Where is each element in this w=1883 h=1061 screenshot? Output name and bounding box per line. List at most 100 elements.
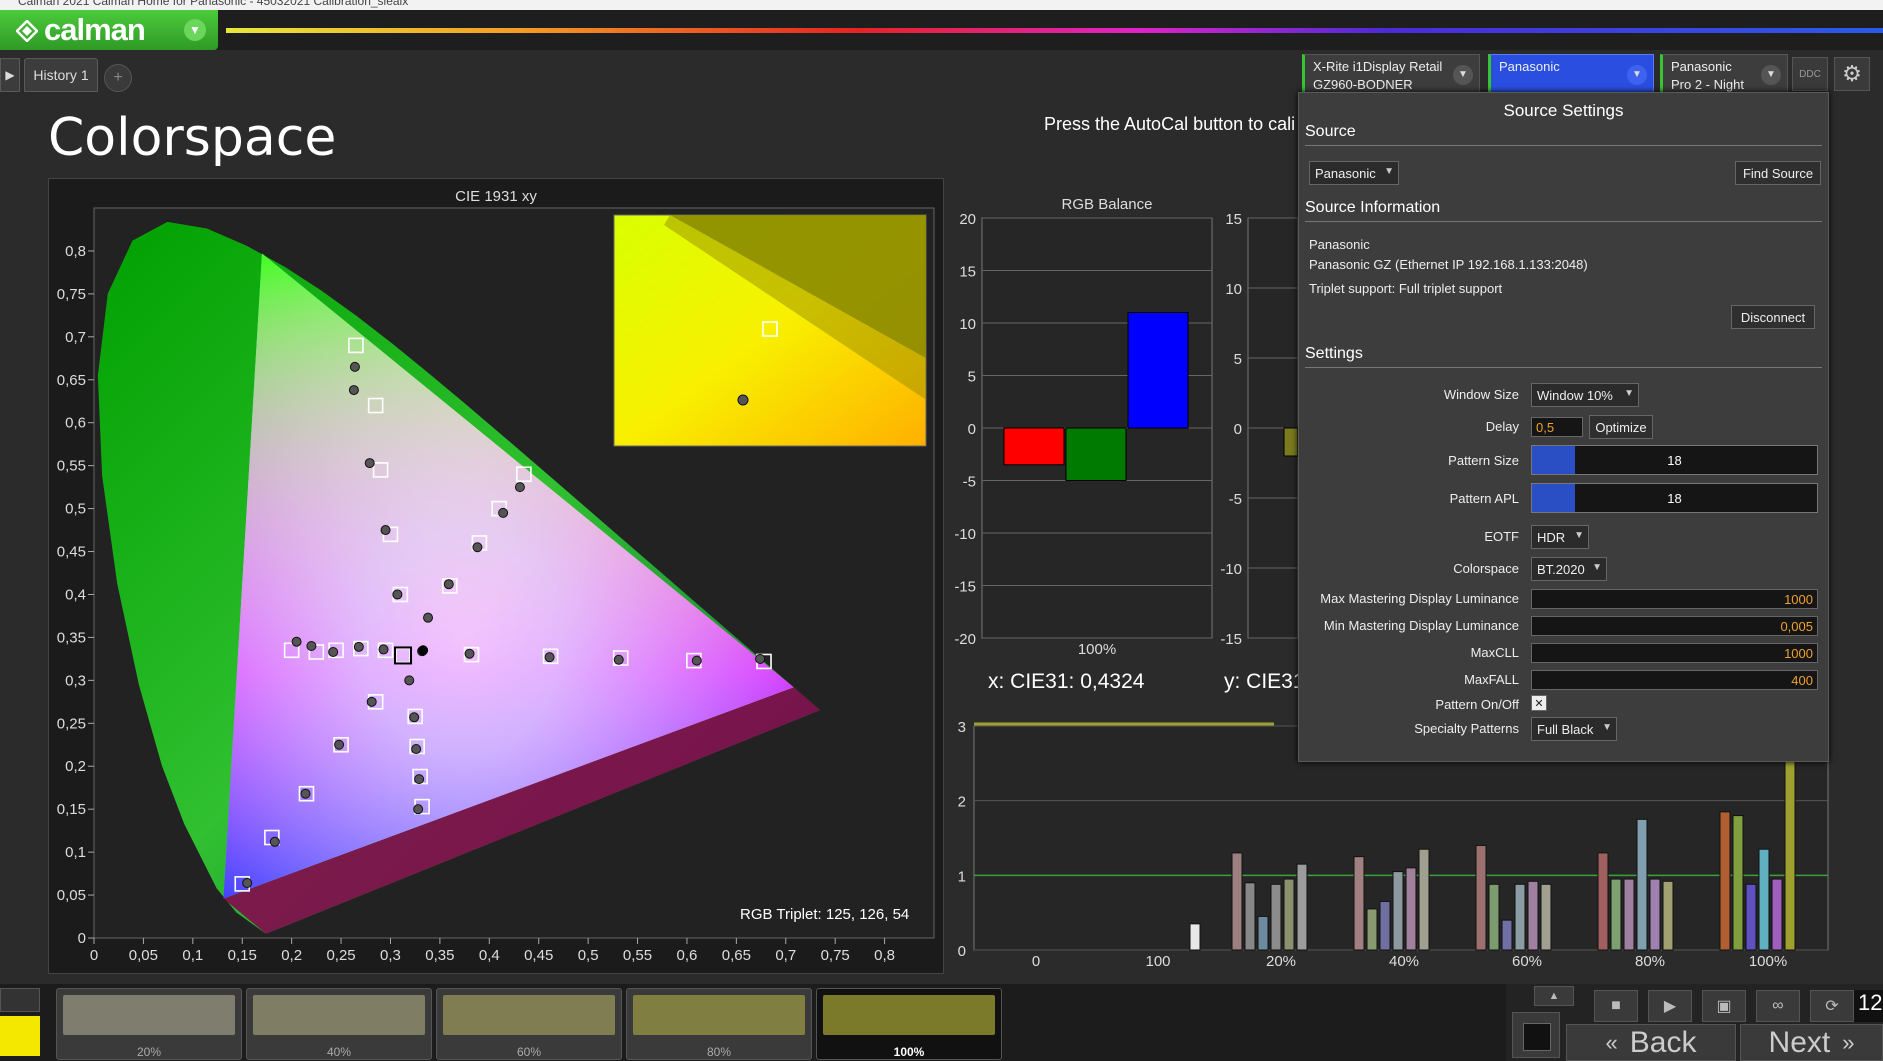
pattern-size-value: 18 xyxy=(1667,453,1682,468)
specialty-patterns-label: Specialty Patterns xyxy=(1414,721,1519,736)
colorspace-select[interactable]: BT.2020 ▼ xyxy=(1531,557,1607,581)
swatch-60pct[interactable]: 60% xyxy=(436,988,622,1060)
lum-bar xyxy=(1283,878,1295,951)
pattern-onoff-checkbox[interactable]: ✕ xyxy=(1531,695,1547,711)
chevron-down-icon[interactable]: ▼ xyxy=(1453,65,1473,85)
x-tick-label: 40% xyxy=(1389,953,1419,970)
swatch-label: 60% xyxy=(516,1045,542,1059)
lum-bar xyxy=(1719,811,1731,951)
page-title: Colorspace xyxy=(48,108,337,168)
eotf-select[interactable]: HDR ▼ xyxy=(1531,525,1589,549)
source-info-line: Panasonic xyxy=(1309,237,1370,252)
y-tick-label: -5 xyxy=(1229,491,1242,508)
maxcll-label: MaxCLL xyxy=(1470,645,1519,660)
y-tick-label: 5 xyxy=(1234,351,1242,368)
chevron-down-icon: ▼ xyxy=(1574,530,1584,541)
maxcll-input[interactable]: 1000 xyxy=(1531,643,1818,663)
step-counter: 12 xyxy=(1854,990,1883,1022)
ddc-button[interactable]: DDC xyxy=(1792,57,1828,91)
swatch-label: 40% xyxy=(326,1045,352,1059)
lum-bar xyxy=(1597,852,1609,951)
y-tick-label: 0 xyxy=(968,421,976,438)
y-tick-label: 3 xyxy=(958,719,966,736)
meter-device-button[interactable]: X-Rite i1Display Retail GZ960-BODNER ▼ xyxy=(1302,54,1480,94)
optimize-button[interactable]: Optimize xyxy=(1589,415,1653,439)
swatch-80pct[interactable]: 80% xyxy=(626,988,812,1060)
maxfall-label: MaxFALL xyxy=(1464,672,1519,687)
chevron-down-icon: ▼ xyxy=(1624,388,1634,399)
autocal-instruction: Press the AutoCal button to cali xyxy=(1044,114,1296,134)
swatch-40pct[interactable]: 40% xyxy=(246,988,432,1060)
window-size-label: Window Size xyxy=(1443,387,1519,402)
chevron-right-icon: » xyxy=(1842,1029,1855,1055)
window-size-select[interactable]: Window 10% ▼ xyxy=(1531,383,1639,407)
rgb-bar-green xyxy=(1065,427,1127,481)
source-info-line: Panasonic GZ (Ethernet IP 192.168.1.133:… xyxy=(1309,257,1588,272)
maxfall-input[interactable]: 400 xyxy=(1531,670,1818,690)
save-icon[interactable]: ▣ xyxy=(1702,990,1746,1022)
min-mdl-label: Min Mastering Display Luminance xyxy=(1323,618,1519,633)
lum-bar xyxy=(1745,883,1757,951)
next-button[interactable]: Next » xyxy=(1740,1024,1883,1061)
lum-bar xyxy=(1366,908,1378,951)
stop-icon[interactable]: ■ xyxy=(1594,990,1638,1022)
chevron-up-icon[interactable]: ▲ xyxy=(1534,986,1574,1006)
chevron-down-icon[interactable]: ▼ xyxy=(1627,65,1647,85)
chevron-down-icon[interactable]: ▼ xyxy=(1761,65,1781,85)
colorspace-label: Colorspace xyxy=(1453,561,1519,576)
chevron-up-icon[interactable] xyxy=(0,988,40,1012)
calman-logo-button[interactable]: calman ▼ xyxy=(0,10,218,50)
disconnect-button[interactable]: Disconnect xyxy=(1731,305,1815,329)
window-title: Calman 2021 Calman Home for Panasonic - … xyxy=(18,0,409,8)
swatch-color xyxy=(633,995,805,1035)
gear-icon[interactable]: ⚙ xyxy=(1834,57,1870,91)
source-settings-panel: Source Settings Source Panasonic ▼ Find S… xyxy=(1298,92,1829,762)
y-tick-label: 10 xyxy=(1225,281,1242,298)
loop-icon[interactable]: ∞ xyxy=(1756,990,1800,1022)
y-tick-label: 5 xyxy=(968,369,976,386)
x-tick-label: 100% xyxy=(1749,953,1787,970)
pattern-size-slider[interactable]: 18 xyxy=(1531,445,1818,475)
lum-bar xyxy=(1732,815,1744,951)
display-device-button[interactable]: Panasonic Pro 2 - Night ▼ xyxy=(1660,54,1788,94)
chevron-down-icon[interactable]: ▼ xyxy=(184,19,206,41)
refresh-icon[interactable]: ⟳ xyxy=(1810,990,1854,1022)
lum-bar xyxy=(1392,871,1404,951)
divider xyxy=(1305,367,1822,368)
max-mdl-input[interactable]: 1000 xyxy=(1531,589,1818,609)
y-tick-label: 15 xyxy=(959,264,976,281)
lum-bar xyxy=(1488,883,1500,951)
source-device-button[interactable]: Panasonic ▼ xyxy=(1488,54,1654,94)
lum-bar xyxy=(1296,863,1308,951)
tab-history[interactable]: History 1 xyxy=(24,58,98,92)
find-source-button[interactable]: Find Source xyxy=(1735,161,1821,185)
stop-pattern-button[interactable] xyxy=(1512,1012,1560,1058)
y-tick-label: 1 xyxy=(958,868,966,885)
play-icon[interactable]: ▶ xyxy=(0,58,20,92)
y-tick-label: 0 xyxy=(1234,421,1242,438)
calman-logo-icon xyxy=(16,20,38,42)
source-select[interactable]: Panasonic ▼ xyxy=(1309,161,1399,185)
settings-header: Settings xyxy=(1305,345,1363,362)
chevron-down-icon: ▼ xyxy=(1592,562,1602,573)
delay-input[interactable]: 0,5 xyxy=(1531,417,1583,437)
y-cie31-readout: y: CIE31 xyxy=(1224,670,1305,693)
swatch-20pct[interactable]: 20% xyxy=(56,988,242,1060)
eotf-value: HDR xyxy=(1537,530,1566,545)
swatch-100pct[interactable]: 100% xyxy=(816,988,1002,1060)
y-plot-area xyxy=(1247,217,1299,639)
lum-bar xyxy=(1623,878,1635,951)
pattern-apl-slider[interactable]: 18 xyxy=(1531,483,1818,513)
lum-bar xyxy=(1662,880,1674,951)
cie-chart-panel xyxy=(48,178,944,974)
lum-bar xyxy=(1649,878,1661,951)
back-button[interactable]: « Back xyxy=(1566,1024,1736,1061)
brand-name: calman xyxy=(44,12,146,47)
source-select-value: Panasonic xyxy=(1315,166,1376,181)
add-tab-button[interactable]: + xyxy=(104,64,132,92)
y-tick-label: -15 xyxy=(1220,631,1242,648)
lum-bar xyxy=(1405,867,1417,951)
min-mdl-input[interactable]: 0,005 xyxy=(1531,616,1818,636)
specialty-patterns-select[interactable]: Full Black ▼ xyxy=(1531,717,1617,741)
play-icon[interactable]: ▶ xyxy=(1648,990,1692,1022)
